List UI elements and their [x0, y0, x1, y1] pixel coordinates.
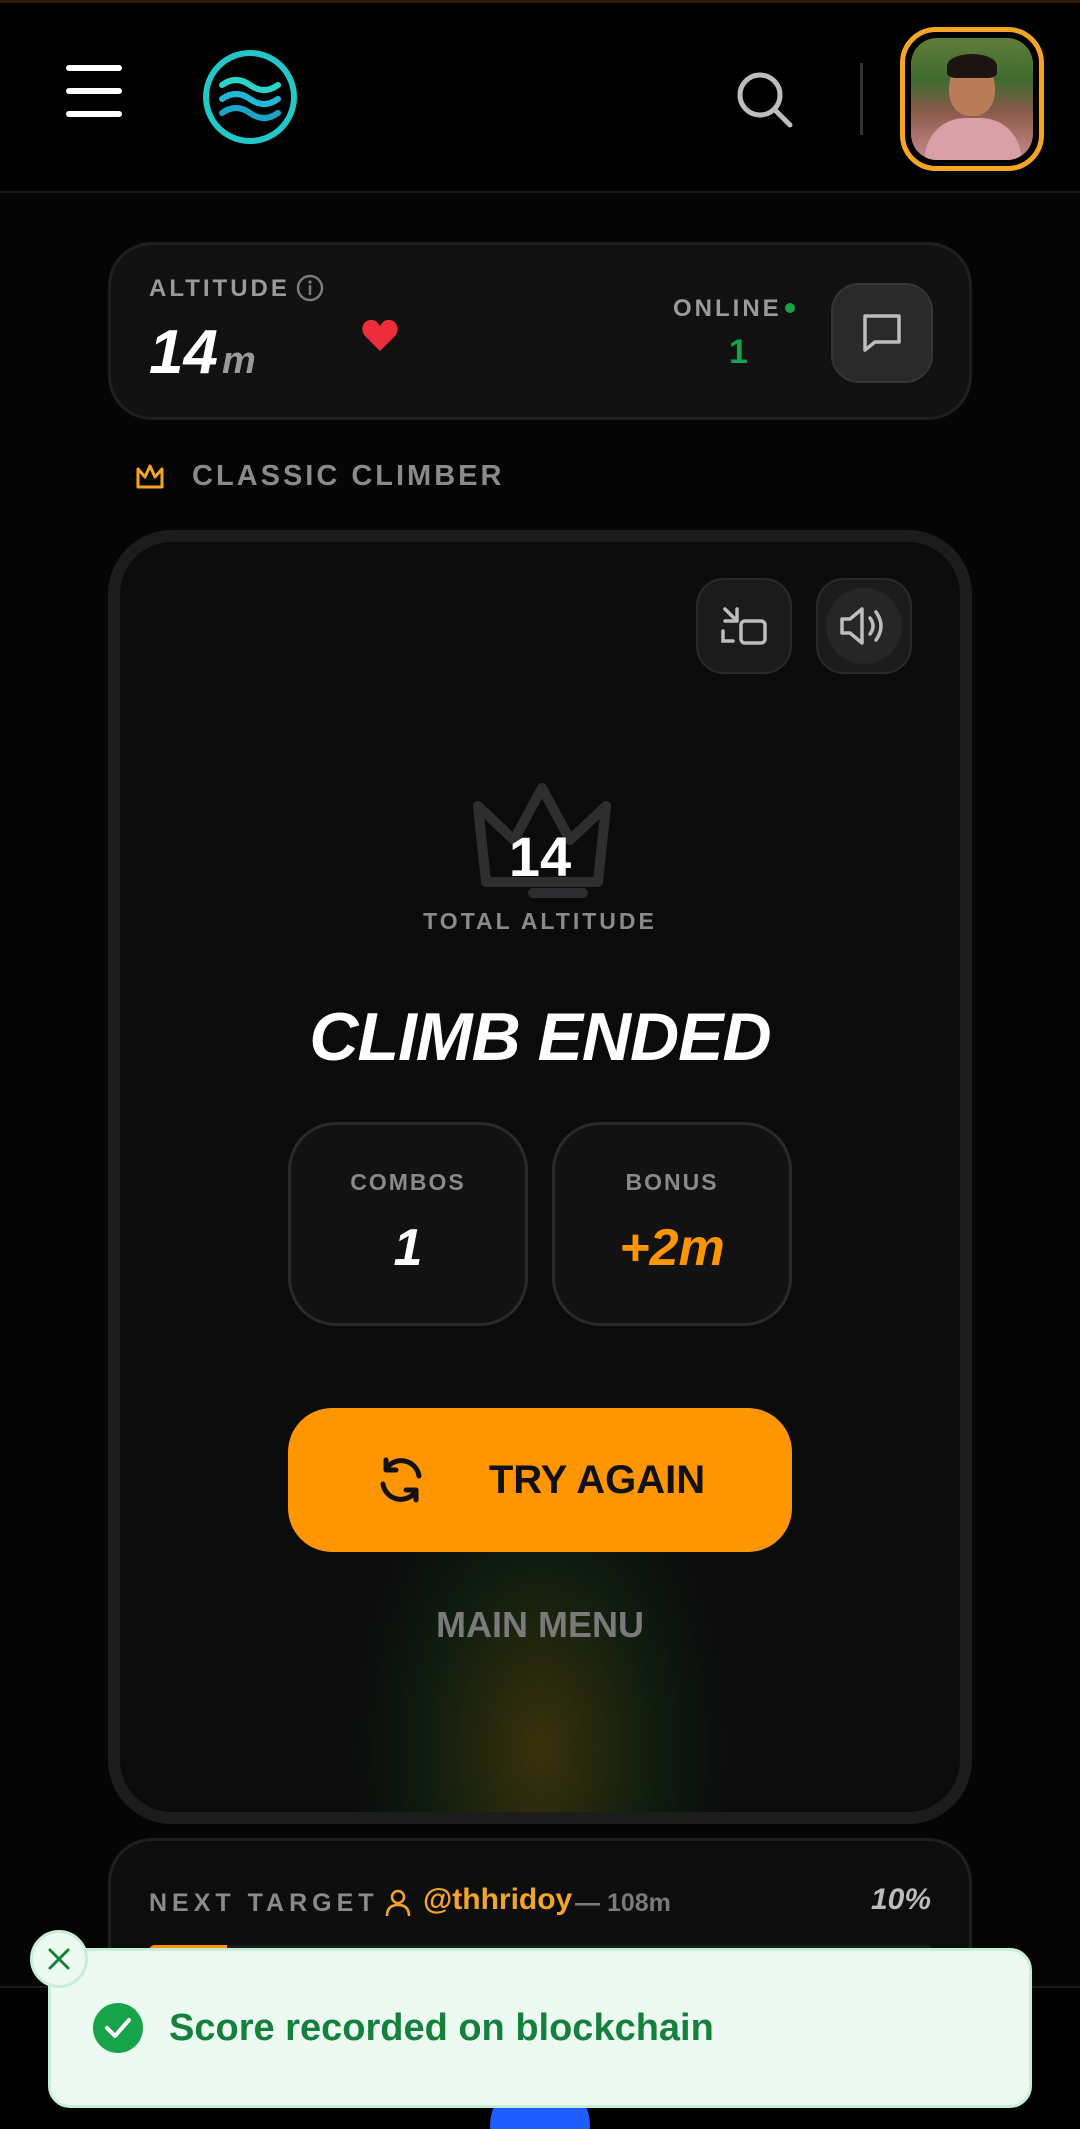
chat-button[interactable] — [831, 283, 933, 383]
close-icon — [48, 1948, 70, 1970]
total-altitude-label: TOTAL ALTITUDE — [423, 908, 657, 934]
try-again-button[interactable]: TRY AGAIN — [288, 1408, 792, 1552]
online-count: 1 — [729, 333, 748, 371]
user-icon — [385, 1889, 411, 1917]
combos-label: COMBOS — [350, 1169, 466, 1195]
avatar — [911, 38, 1033, 160]
waves-logo-icon[interactable] — [202, 49, 298, 145]
crown-outline-icon — [136, 464, 164, 489]
altitude-unit: m — [221, 340, 256, 382]
next-target-label: NEXT TARGET — [149, 1889, 379, 1917]
online-label: ONLINE — [673, 295, 782, 322]
target-username[interactable]: @thhridoy — [423, 1883, 572, 1917]
header-divider — [860, 63, 863, 135]
toast-message: Score recorded on blockchain — [169, 2006, 714, 2049]
user-avatar-button[interactable] — [900, 27, 1044, 171]
resize-button[interactable] — [696, 578, 792, 674]
main-menu-link[interactable]: MAIN MENU — [120, 1604, 960, 1646]
menu-icon[interactable] — [66, 65, 124, 117]
speaker-volume-icon — [840, 607, 883, 645]
sound-button[interactable] — [816, 578, 912, 674]
close-toast-button[interactable] — [30, 1930, 88, 1988]
game-mode-row: CLASSIC CLIMBER — [134, 456, 504, 496]
combos-stat: COMBOS 1 — [288, 1122, 528, 1326]
game-panel: 14 TOTAL ALTITUDE CLIMB ENDED COMBOS 1 B… — [108, 530, 972, 1824]
chat-bubble-icon — [863, 314, 901, 352]
app-header — [0, 3, 1080, 193]
target-progress-percent: 10% — [870, 1883, 931, 1916]
altitude-label: ALTITUDE — [149, 275, 290, 302]
minimize-screen-icon — [721, 607, 767, 645]
total-altitude-value: 14 — [508, 825, 572, 888]
altitude-value: 14 m — [149, 318, 256, 387]
online-status-dot — [785, 303, 795, 313]
combos-value: 1 — [393, 1219, 423, 1277]
bonus-value: +2m — [619, 1219, 725, 1277]
refresh-icon — [380, 1457, 422, 1503]
bonus-stat: BONUS +2m — [552, 1122, 792, 1326]
game-mode-label: CLASSIC CLIMBER — [192, 459, 505, 492]
search-icon[interactable] — [734, 69, 794, 129]
bonus-label: BONUS — [625, 1169, 719, 1195]
target-distance: — 108m — [575, 1889, 671, 1917]
toast-notification: Score recorded on blockchain — [48, 1948, 1032, 2108]
info-icon[interactable] — [295, 273, 325, 303]
climb-ended-heading: CLIMB ENDED — [309, 999, 771, 1075]
check-circle-icon — [93, 2003, 143, 2053]
stats-card: ALTITUDE 14 m ONLINE 1 — [108, 242, 972, 420]
heart-icon — [362, 319, 398, 351]
try-again-label: TRY AGAIN — [488, 1457, 706, 1502]
